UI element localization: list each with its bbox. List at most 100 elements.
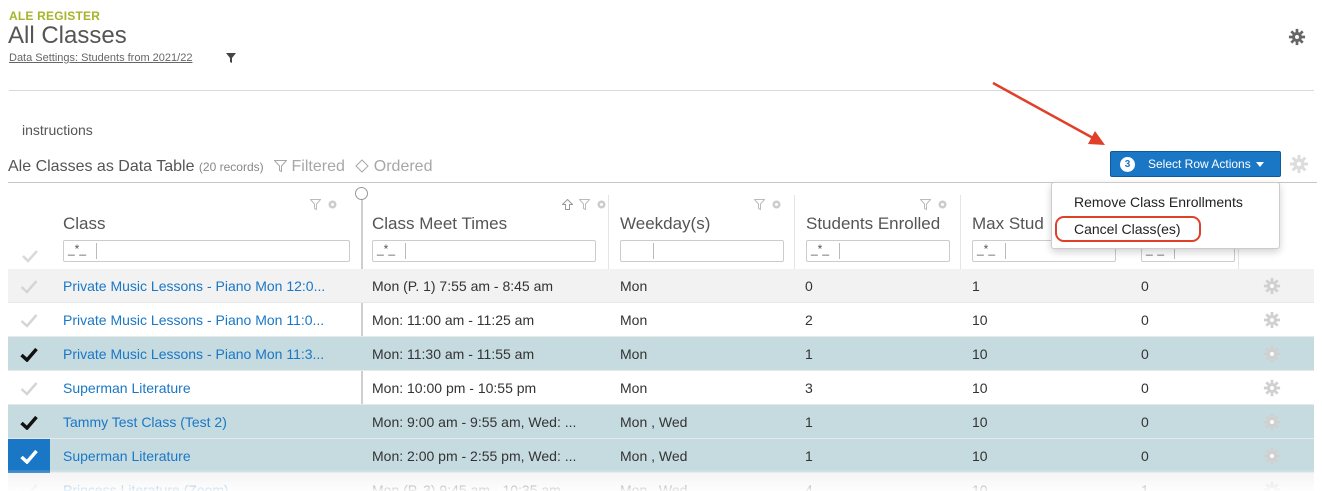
meet-times-cell: Mon (P. 3) 9:45 am - 10:35 am bbox=[372, 482, 561, 491]
filtered-label: Filtered bbox=[291, 158, 345, 175]
filter-icon[interactable] bbox=[226, 53, 236, 63]
filter-outline-icon[interactable] bbox=[754, 199, 765, 210]
column-students-enrolled: Students Enrolled _*_ bbox=[795, 183, 960, 269]
filter-outline-icon[interactable] bbox=[310, 199, 321, 210]
weekdays-cell: Mon bbox=[620, 380, 648, 396]
check-icon bbox=[20, 381, 38, 396]
row-select-checkbox[interactable] bbox=[8, 439, 50, 473]
check-icon bbox=[20, 415, 38, 430]
menu-item-remove-class-enrollments[interactable]: Remove Class Enrollments bbox=[1074, 194, 1243, 210]
app-label: ALE REGISTER bbox=[9, 9, 101, 23]
row-gear-icon[interactable] bbox=[1263, 481, 1281, 491]
meet-times-cell: Mon: 2:00 pm - 2:55 pm, Wed: ... bbox=[372, 448, 577, 464]
students-enrolled-cell: 2 bbox=[805, 312, 813, 328]
meet-times-cell: Mon: 11:30 am - 11:55 am bbox=[372, 346, 535, 362]
max-students-cell: 10 bbox=[972, 482, 988, 491]
class-link[interactable]: Superman Literature bbox=[63, 380, 353, 396]
gear-icon[interactable] bbox=[1289, 154, 1309, 174]
column-header-meet-times[interactable]: Class Meet Times bbox=[372, 214, 507, 234]
menu-item-cancel-classes[interactable]: Cancel Class(es) bbox=[1074, 221, 1181, 237]
selected-count-badge: 3 bbox=[1120, 156, 1135, 172]
class-link[interactable]: Tammy Test Class (Test 2) bbox=[63, 414, 353, 430]
column-meet-times: Class Meet Times _*_ bbox=[363, 183, 608, 269]
column-weekdays-icons bbox=[754, 199, 782, 213]
row-select-checkbox[interactable] bbox=[8, 337, 50, 371]
row-gear-icon[interactable] bbox=[1263, 311, 1281, 329]
table-row[interactable]: Superman Literature Mon: 2:00 pm - 2:55 p… bbox=[8, 439, 1314, 473]
select-row-actions-button[interactable]: 3 Select Row Actions bbox=[1110, 151, 1281, 177]
row-select-checkbox[interactable] bbox=[8, 371, 50, 405]
max-students-cell: 10 bbox=[972, 448, 988, 464]
ordered-toggle[interactable]: Ordered bbox=[355, 158, 432, 175]
gear-icon[interactable] bbox=[596, 199, 607, 210]
column-header-students-enrolled[interactable]: Students Enrolled bbox=[806, 214, 958, 234]
students-enrolled-cell: 1 bbox=[805, 346, 813, 362]
row-select-checkbox[interactable] bbox=[8, 269, 50, 303]
meet-times-cell: Mon (P. 1) 7:55 am - 8:45 am bbox=[372, 278, 554, 294]
order-icon bbox=[355, 159, 370, 173]
weekdays-cell: Mon , Wed bbox=[620, 448, 688, 464]
row-select-checkbox[interactable] bbox=[8, 473, 50, 491]
row-select-checkbox[interactable] bbox=[8, 303, 50, 337]
row-gear-icon[interactable] bbox=[1263, 345, 1281, 363]
meet-times-cell: Mon: 9:00 am - 9:55 am, Wed: ... bbox=[372, 414, 577, 430]
filter-outline-icon[interactable] bbox=[579, 199, 590, 210]
record-count: (20 records) bbox=[198, 160, 264, 174]
class-link[interactable]: Private Music Lessons - Piano Mon 11:3..… bbox=[63, 346, 353, 362]
class-link[interactable]: Superman Literature bbox=[63, 448, 353, 464]
table-body: Private Music Lessons - Piano Mon 12:0..… bbox=[8, 269, 1314, 491]
enrolled-filter-input[interactable]: _*_ bbox=[806, 240, 950, 262]
students-enrolled-cell: 4 bbox=[805, 482, 813, 491]
check-icon bbox=[20, 347, 38, 362]
row-gear-icon[interactable] bbox=[1263, 379, 1281, 397]
class-link[interactable]: Private Music Lessons - Piano Mon 11:0..… bbox=[63, 312, 353, 328]
data-settings-link[interactable]: Data Settings: Students from 2021/22 bbox=[9, 52, 192, 64]
gear-icon[interactable] bbox=[771, 199, 782, 210]
sort-up-icon[interactable] bbox=[562, 199, 573, 210]
class-filter-input[interactable]: _*_ bbox=[63, 240, 350, 262]
caret-down-icon bbox=[1255, 161, 1264, 167]
weekdays-cell: Mon bbox=[620, 312, 648, 328]
extra-cell: 0 bbox=[1141, 380, 1149, 396]
gear-icon[interactable] bbox=[1288, 28, 1306, 46]
table-row[interactable]: Superman Literature Mon: 10:00 pm - 10:55… bbox=[8, 371, 1314, 405]
gear-icon[interactable] bbox=[327, 199, 338, 210]
extra-cell: 1 bbox=[1141, 482, 1149, 491]
table-row[interactable]: Private Music Lessons - Piano Mon 11:3..… bbox=[8, 337, 1314, 371]
class-link[interactable]: Princess Literature (Zoom) bbox=[63, 482, 353, 491]
column-resize-handle[interactable] bbox=[355, 187, 368, 200]
column-enrolled-icons bbox=[920, 199, 948, 213]
column-class: Class _*_ bbox=[8, 183, 361, 269]
meet-times-cell: Mon: 10:00 pm - 10:55 pm bbox=[372, 380, 537, 396]
row-gear-icon[interactable] bbox=[1263, 413, 1281, 431]
check-icon bbox=[20, 279, 38, 294]
students-enrolled-cell: 1 bbox=[805, 448, 813, 464]
filtered-toggle[interactable]: Filtered bbox=[273, 158, 349, 175]
column-header-max-students[interactable]: Max Stud bbox=[972, 214, 1044, 234]
column-class-icons bbox=[310, 199, 338, 213]
gear-icon[interactable] bbox=[937, 199, 948, 210]
instructions-link[interactable]: instructions bbox=[22, 122, 93, 138]
students-enrolled-cell: 1 bbox=[805, 414, 813, 430]
filter-outline-icon[interactable] bbox=[920, 199, 931, 210]
table-row[interactable]: Princess Literature (Zoom) Mon (P. 3) 9:4… bbox=[8, 473, 1314, 491]
class-link[interactable]: Private Music Lessons - Piano Mon 12:0..… bbox=[63, 278, 353, 294]
row-select-checkbox[interactable] bbox=[8, 405, 50, 439]
max-students-cell: 1 bbox=[972, 278, 980, 294]
check-icon bbox=[21, 483, 38, 491]
weekdays-cell: Mon bbox=[620, 346, 648, 362]
row-gear-icon[interactable] bbox=[1263, 277, 1281, 295]
max-students-cell: 10 bbox=[972, 346, 988, 362]
column-header-weekdays[interactable]: Weekday(s) bbox=[620, 214, 710, 234]
table-title-text: Ale Classes as Data Table bbox=[8, 158, 195, 175]
table-row[interactable]: Tammy Test Class (Test 2) Mon: 9:00 am - … bbox=[8, 405, 1314, 439]
column-header-class[interactable]: Class bbox=[63, 214, 106, 234]
meet-times-filter-input[interactable]: _*_ bbox=[372, 240, 596, 262]
filter-outline-icon bbox=[273, 160, 288, 173]
weekdays-filter-input[interactable] bbox=[620, 240, 784, 262]
table-row[interactable]: Private Music Lessons - Piano Mon 12:0..… bbox=[8, 269, 1314, 303]
weekdays-cell: Mon bbox=[620, 278, 648, 294]
table-row[interactable]: Private Music Lessons - Piano Mon 11:0..… bbox=[8, 303, 1314, 337]
row-gear-icon[interactable] bbox=[1263, 447, 1281, 465]
select-all-check-icon[interactable] bbox=[22, 249, 38, 263]
